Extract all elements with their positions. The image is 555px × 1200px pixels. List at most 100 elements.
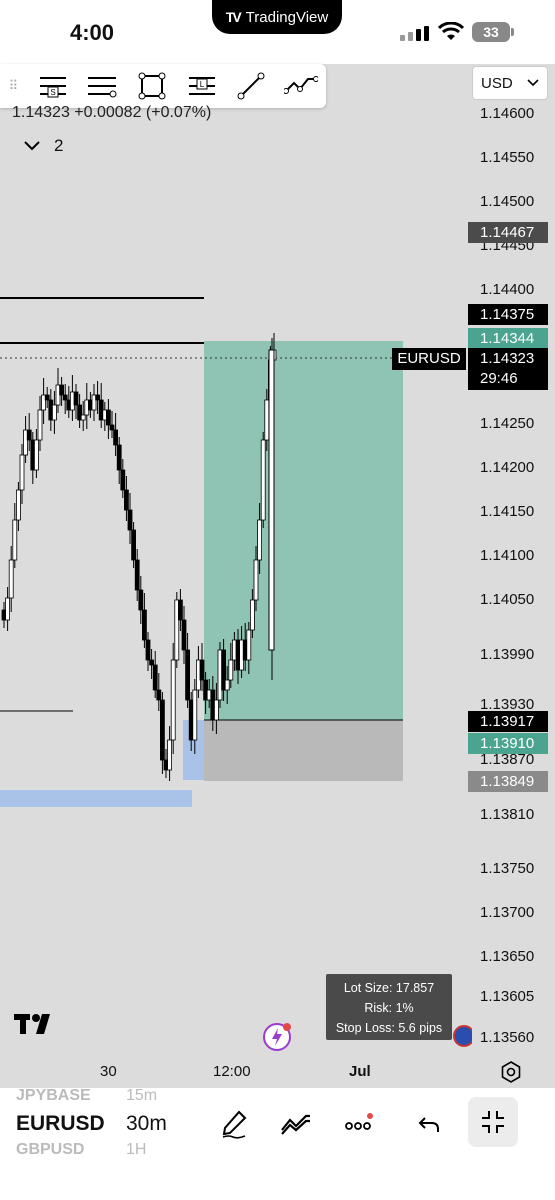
price-tick: 1.14550 bbox=[480, 149, 535, 166]
candle-body bbox=[246, 629, 252, 661]
price-tick: 1.14150 bbox=[480, 503, 535, 520]
horizontal-ray-icon[interactable]: S bbox=[28, 64, 78, 108]
candle-body bbox=[199, 659, 205, 681]
candle-body bbox=[44, 394, 50, 401]
candle-body bbox=[213, 699, 219, 721]
price-chart[interactable] bbox=[0, 0, 555, 1088]
candle-body bbox=[95, 394, 100, 401]
candle-body bbox=[141, 609, 147, 641]
collapse-arrows-icon bbox=[482, 1111, 504, 1133]
price-tick: 1.14400 bbox=[480, 281, 535, 298]
rectangle-icon[interactable] bbox=[127, 64, 177, 108]
price-tick: 1.14200 bbox=[480, 459, 535, 476]
candle-body bbox=[127, 509, 133, 531]
symbol-selector[interactable]: EURUSD bbox=[16, 1112, 105, 1136]
chevron-down-icon bbox=[527, 79, 539, 87]
candle-body bbox=[116, 444, 122, 471]
candle-body bbox=[34, 439, 39, 471]
svg-text:S: S bbox=[50, 88, 55, 97]
path-icon[interactable] bbox=[276, 64, 326, 108]
prev-symbol[interactable]: JPYBASE bbox=[16, 1087, 91, 1105]
candle-body bbox=[268, 349, 275, 651]
stop-zone bbox=[204, 720, 403, 781]
next-timeframe[interactable]: 1H bbox=[126, 1141, 146, 1159]
candle-body bbox=[181, 619, 187, 651]
indicators-count: 2 bbox=[54, 136, 64, 155]
price-tick: 1.13990 bbox=[480, 646, 535, 663]
candle-body bbox=[228, 659, 234, 681]
candle-body bbox=[131, 529, 137, 561]
price-label: 1.14375 bbox=[468, 304, 548, 325]
price-tick: 1.14250 bbox=[480, 415, 535, 432]
candle-body bbox=[8, 559, 14, 599]
time-label: 30 bbox=[100, 1063, 117, 1080]
more-options-icon[interactable] bbox=[338, 1104, 378, 1144]
candle-body bbox=[264, 399, 270, 441]
candle-body bbox=[62, 394, 68, 401]
candle-body bbox=[152, 664, 158, 691]
price-tick: 1.13560 bbox=[480, 1029, 535, 1046]
candle-body bbox=[5, 597, 10, 621]
candle-body bbox=[12, 519, 18, 561]
candle-body bbox=[15, 489, 21, 521]
target-zone bbox=[204, 341, 403, 720]
candle-body bbox=[37, 409, 43, 441]
next-symbol[interactable]: GBPUSD bbox=[16, 1141, 84, 1159]
current-symbol-label: EURUSD bbox=[392, 348, 466, 370]
candle-body bbox=[260, 439, 266, 521]
draw-pen-icon[interactable] bbox=[214, 1104, 254, 1144]
bar-countdown: 29:46 bbox=[480, 370, 518, 387]
candle-body bbox=[257, 519, 263, 561]
stop-loss-text: Stop Loss: 5.6 pips bbox=[335, 1021, 443, 1035]
drag-handle-icon[interactable]: ⠿ bbox=[0, 78, 28, 94]
candle-body bbox=[177, 599, 183, 621]
tradingview-logo-icon bbox=[14, 1014, 50, 1034]
candle-body bbox=[170, 659, 176, 741]
price-tick: 1.13650 bbox=[480, 948, 535, 965]
candle-body bbox=[159, 699, 165, 761]
candle-body bbox=[52, 404, 57, 421]
price-tick: 1.14100 bbox=[480, 547, 535, 564]
price-label: 1.14467 bbox=[468, 222, 548, 243]
position-info-box[interactable]: Lot Size: 17.857 Risk: 1% Stop Loss: 5.6… bbox=[326, 974, 452, 1040]
price-tick: 1.14600 bbox=[480, 105, 535, 122]
candle-body bbox=[134, 559, 140, 591]
price-label: 1.14344 bbox=[468, 328, 548, 349]
candle-body bbox=[113, 429, 118, 446]
candle-body bbox=[167, 739, 173, 771]
candle-body bbox=[80, 414, 86, 421]
candle-body bbox=[26, 429, 32, 441]
time-label: Jul bbox=[349, 1063, 371, 1080]
candle-body bbox=[149, 659, 155, 666]
exit-fullscreen-button[interactable] bbox=[468, 1097, 518, 1147]
currency-select[interactable]: USD bbox=[472, 66, 548, 100]
lot-size-text: Lot Size: 17.857 bbox=[343, 981, 435, 995]
prev-timeframe[interactable]: 15m bbox=[126, 1087, 157, 1105]
time-label: 12:00 bbox=[213, 1063, 251, 1080]
candle-body bbox=[145, 639, 151, 661]
risk-text: Risk: 1% bbox=[364, 1001, 414, 1015]
candle-body bbox=[109, 424, 115, 431]
undo-icon[interactable] bbox=[410, 1104, 450, 1144]
long-position-icon[interactable]: L bbox=[177, 64, 227, 108]
candle-body bbox=[185, 649, 191, 701]
lines-icon[interactable] bbox=[78, 64, 128, 108]
current-price-label: 1.14323 29:46 bbox=[468, 348, 548, 390]
svg-text:L: L bbox=[200, 80, 205, 89]
lightning-alert-icon[interactable] bbox=[262, 1020, 294, 1052]
current-price-value: 1.14323 bbox=[480, 350, 535, 367]
trend-line-icon[interactable] bbox=[227, 64, 277, 108]
candle-body bbox=[249, 599, 255, 631]
price-tick: 1.13750 bbox=[480, 860, 535, 877]
economic-event-icon[interactable] bbox=[452, 1024, 472, 1048]
indicators-icon[interactable] bbox=[276, 1104, 316, 1144]
price-tick: 1.13700 bbox=[480, 904, 535, 921]
settings-gear-icon[interactable] bbox=[500, 1061, 522, 1083]
price-label: 1.13849 bbox=[468, 771, 548, 792]
candle-body bbox=[253, 559, 259, 601]
indicators-collapse-button[interactable]: 2 bbox=[24, 136, 63, 156]
candle-body bbox=[59, 384, 64, 396]
candle-body bbox=[138, 589, 144, 611]
price-label: 1.13910 bbox=[468, 733, 548, 754]
timeframe-selector[interactable]: 30m bbox=[126, 1112, 167, 1136]
